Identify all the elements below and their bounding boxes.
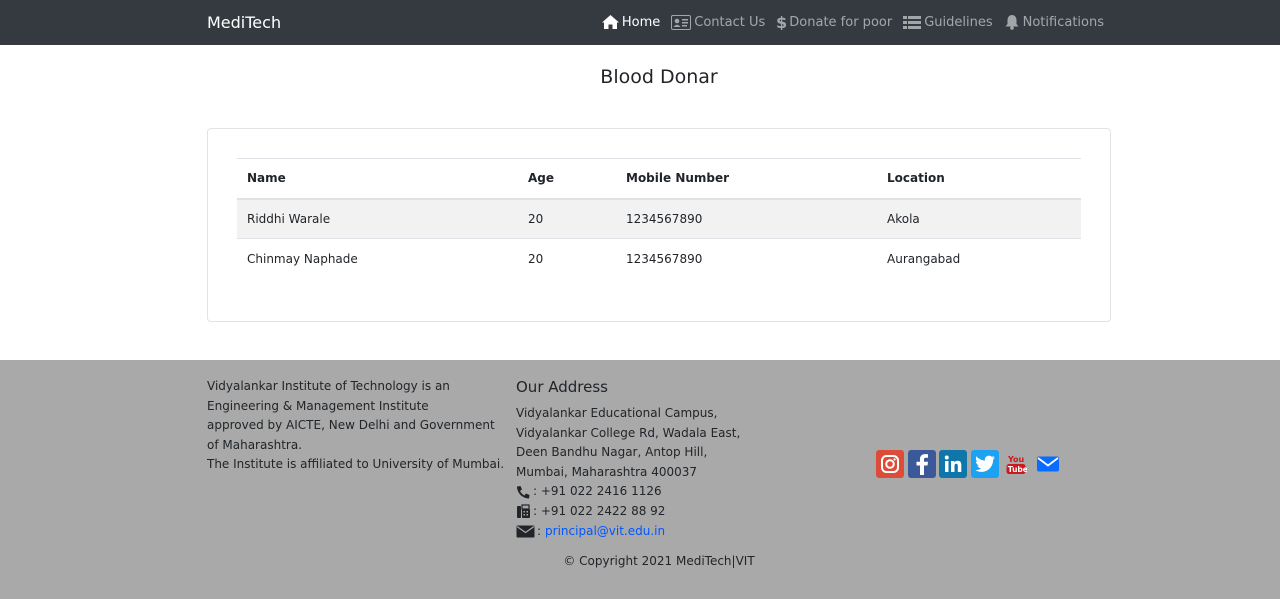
phone-text: : +91 022 2416 1126: [533, 484, 662, 499]
address-title: Our Address: [516, 378, 608, 396]
nav-donate-label: Donate for poor: [789, 14, 893, 30]
svg-text:You: You: [1007, 455, 1025, 464]
cell-name: Chinmay Naphade: [237, 238, 518, 279]
social-links: You Tube: [876, 450, 1065, 478]
nav-home-label: Home: [621, 14, 661, 30]
donor-table: Name Age Mobile Number Location Riddhi W…: [237, 158, 1081, 279]
about-line: Engineering & Management Institute: [207, 398, 429, 413]
home-icon: [601, 15, 619, 29]
footer: Vidyalankar Institute of Technology is a…: [0, 360, 1280, 599]
fax-text: : +91 022 2422 88 92: [533, 503, 666, 518]
cell-age: 20: [518, 238, 616, 279]
nav-donate[interactable]: $ Donate for poor: [776, 14, 892, 30]
fax-icon: [517, 504, 530, 519]
linkedin-icon[interactable]: [939, 450, 967, 478]
nav-guidelines[interactable]: Guidelines: [903, 14, 993, 30]
footer-about: Vidyalankar Institute of Technology is a…: [207, 377, 507, 475]
cell-mobile: 1234567890: [616, 198, 877, 239]
copyright: © Copyright 2021 MediTech|VIT: [563, 554, 755, 568]
svg-text:Tube: Tube: [1008, 465, 1027, 474]
email-separator: :: [537, 523, 542, 538]
address-line: Mumbai, Maharashtra 400037: [516, 464, 698, 479]
header-age: Age: [518, 158, 616, 200]
navbar: MediTech Home Contact Us $ Donate for po…: [0, 0, 1280, 45]
fax-row: : +91 022 2422 88 92: [516, 502, 776, 522]
svg-text:$: $: [776, 14, 786, 30]
about-line: approved by AICTE, New Delhi and Governm…: [207, 418, 495, 433]
about-line: The Institute is affiliated to Universit…: [207, 457, 505, 472]
address-line: Deen Bandhu Nagar, Antop Hill,: [516, 445, 708, 460]
nav-notifications[interactable]: Notifications: [1004, 14, 1104, 30]
header-name: Name: [237, 158, 518, 200]
donor-table-card: Name Age Mobile Number Location Riddhi W…: [207, 128, 1111, 322]
cell-location: Akola: [877, 198, 1081, 239]
table-header-row: Name Age Mobile Number Location: [237, 158, 1081, 200]
about-line: of Maharashtra.: [207, 437, 302, 452]
cell-name: Riddhi Warale: [237, 198, 518, 239]
address-line: Vidyalankar College Rd, Wadala East,: [516, 425, 741, 440]
nav-notifications-label: Notifications: [1022, 14, 1104, 30]
header-location: Location: [877, 158, 1081, 200]
bell-icon: [1005, 15, 1019, 30]
list-icon: [903, 15, 922, 29]
envelope-icon: [516, 525, 535, 538]
about-line: Vidyalankar Institute of Technology is a…: [207, 379, 450, 393]
cell-mobile: 1234567890: [616, 238, 877, 279]
twitter-icon[interactable]: [970, 450, 999, 478]
id-card-icon: [671, 14, 692, 30]
footer-address: Vidyalankar Educational Campus, Vidyalan…: [516, 404, 776, 541]
email-link[interactable]: principal@vit.edu.in: [545, 522, 665, 542]
facebook-icon[interactable]: [907, 450, 936, 478]
nav-menu: Home Contact Us $ Donate for poor Guidel…: [591, 14, 1104, 30]
nav-contact-label: Contact Us: [694, 14, 766, 30]
phone-row: : +91 022 2416 1126: [516, 482, 776, 502]
dollar-icon: $: [776, 14, 786, 30]
header-mobile: Mobile Number: [616, 158, 877, 200]
cell-age: 20: [518, 198, 616, 239]
instagram-icon[interactable]: [876, 450, 904, 478]
address-line: Vidyalankar Educational Campus,: [516, 406, 718, 420]
email-row: : principal@vit.edu.in: [516, 522, 776, 542]
nav-guidelines-label: Guidelines: [924, 14, 993, 30]
table-row: Chinmay Naphade 20 1234567890 Aurangabad: [237, 238, 1081, 279]
brand-link[interactable]: MediTech: [207, 13, 281, 32]
nav-contact[interactable]: Contact Us: [671, 14, 766, 30]
cell-location: Aurangabad: [877, 238, 1081, 279]
nav-home[interactable]: Home: [601, 14, 661, 30]
youtube-icon[interactable]: You Tube: [1002, 450, 1030, 478]
table-row: Riddhi Warale 20 1234567890 Akola: [237, 198, 1081, 239]
page-title: Blood Donar: [600, 66, 718, 88]
mail-icon[interactable]: [1034, 450, 1062, 478]
phone-icon: [517, 486, 530, 499]
